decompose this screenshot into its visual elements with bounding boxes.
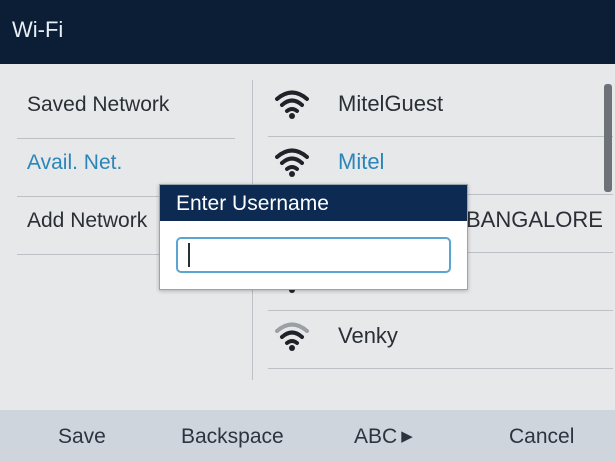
dialog-title: Enter Username	[176, 192, 329, 215]
wifi-icon	[275, 90, 309, 119]
network-name: Venky	[338, 323, 398, 348]
wifi-screen: Wi-Fi Saved Network Avail. Net. Add Netw…	[0, 0, 615, 461]
abc-softkey[interactable]: ABC ▶	[354, 425, 413, 449]
menu-item-label: Add Network	[27, 209, 148, 232]
network-name: BANGALORE	[466, 207, 603, 232]
username-input[interactable]	[176, 237, 451, 273]
title-bar: Wi-Fi	[0, 0, 615, 64]
backspace-softkey[interactable]: Backspace	[181, 425, 284, 449]
menu-item-saved-network[interactable]: Saved Network	[17, 80, 235, 139]
menu-item-label: Avail. Net.	[27, 151, 123, 174]
screen-title: Wi-Fi	[12, 17, 64, 42]
network-name: Mitel	[338, 149, 385, 174]
username-dialog: Enter Username	[159, 184, 468, 290]
menu-item-label: Saved Network	[27, 93, 170, 116]
text-caret	[188, 243, 190, 267]
save-softkey[interactable]: Save	[58, 425, 106, 449]
network-name: MitelGuest	[338, 91, 444, 116]
abc-softkey-label: ABC	[354, 425, 398, 448]
softkey-bar: Save Backspace ABC ▶ Cancel	[0, 410, 615, 461]
triangle-right-icon: ▶	[401, 428, 413, 445]
cancel-softkey[interactable]: Cancel	[509, 425, 574, 449]
wifi-icon	[275, 148, 309, 177]
dialog-header: Enter Username	[160, 185, 467, 221]
network-row-venky[interactable]: Venky	[268, 310, 613, 369]
wifi-icon	[275, 322, 309, 351]
network-row-mitelguest[interactable]: MitelGuest	[268, 78, 613, 137]
scrollbar[interactable]	[604, 84, 612, 192]
